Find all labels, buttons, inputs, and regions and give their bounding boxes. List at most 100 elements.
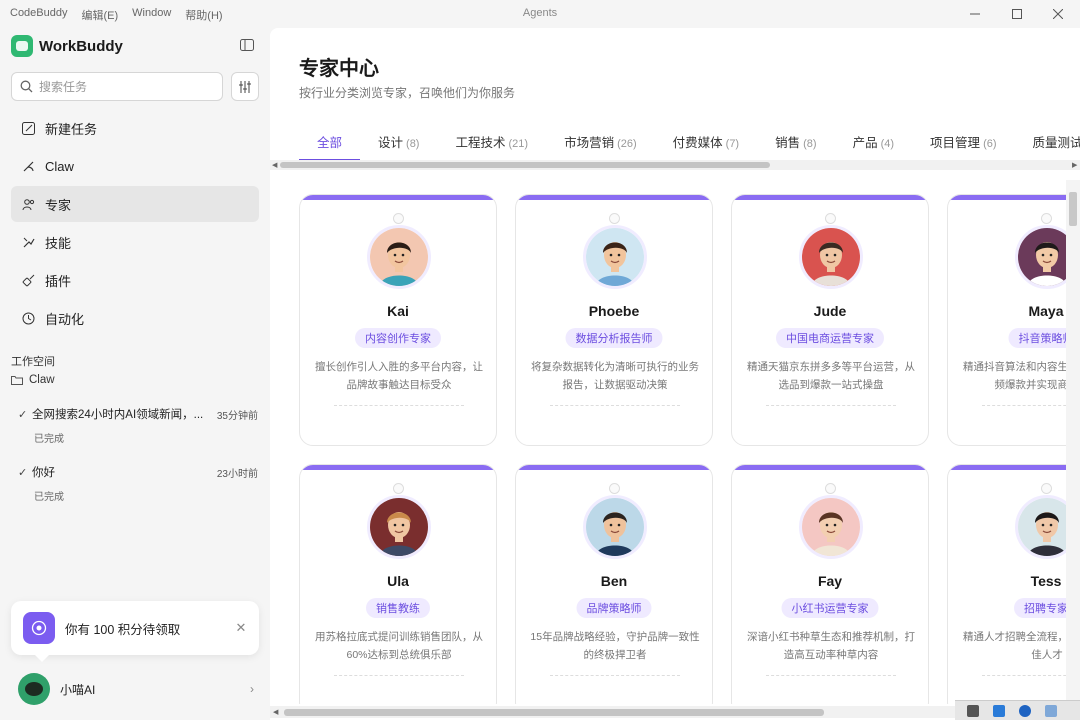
task-item[interactable]: ✓ 全网搜索24小时内AI领域新闻，... 35分钟前 已完成 — [18, 406, 258, 446]
tab-0[interactable]: 全部 — [299, 124, 361, 161]
expert-grid: Kai 内容创作专家 擅长创作引人入胜的多平台内容，让品牌故事触达目标受众 Phoeb… — [299, 194, 1069, 704]
tab-label: 付费媒体 — [672, 136, 723, 150]
tab-5[interactable]: 销售 (8) — [775, 124, 816, 161]
nav-item-new-task[interactable]: 新建任务 — [11, 110, 259, 146]
task-title: 全网搜索24小时内AI领域新闻，... — [32, 409, 204, 421]
user-profile[interactable]: 小喵AI › — [18, 673, 254, 705]
workspace-folder[interactable]: Claw — [11, 374, 55, 386]
expert-avatar — [367, 225, 431, 289]
scrollbar-thumb[interactable] — [280, 162, 770, 168]
menu-bar: CodeBuddy 编辑(E) Window 帮助(H) — [10, 7, 223, 23]
expert-role-badge: 中国电商运营专家 — [776, 328, 884, 348]
nav-item-plugins[interactable]: 插件 — [11, 262, 259, 298]
gift-icon — [23, 612, 55, 644]
search-input[interactable] — [39, 79, 209, 94]
tab-count: (26) — [617, 138, 637, 150]
menu-codebuddy[interactable]: CodeBuddy — [10, 7, 68, 23]
nav-item-claw[interactable]: Claw — [11, 148, 259, 184]
scroll-left-icon[interactable]: ◀ — [272, 161, 277, 169]
tab-3[interactable]: 市场营销 (26) — [564, 124, 637, 161]
skill-icon — [21, 235, 35, 249]
expert-card[interactable]: Tess 招聘专家精通人才招聘全流程，为企业找到最佳人才 — [947, 464, 1069, 704]
points-toast[interactable]: 你有 100 积分待领取 ✕ — [11, 601, 259, 662]
close-window-button[interactable] — [1047, 5, 1069, 23]
expert-card[interactable]: Ben 品牌策略师 15年品牌战略经验，守护品牌一致性的终极捍卫者 — [515, 464, 713, 704]
scroll-right-icon[interactable]: ▶ — [1072, 161, 1077, 169]
pin-icon — [1041, 483, 1052, 494]
divider — [982, 405, 1069, 406]
horizontal-scrollbar[interactable]: ◀ — [270, 706, 1070, 718]
toast-close-icon[interactable]: ✕ — [231, 620, 251, 636]
main-panel: 专家中心 按行业分类浏览专家，召唤他们为你服务 全部 设计 (8) 工程技术 (21) 市… — [270, 28, 1080, 720]
search-icon — [20, 80, 33, 93]
expert-description: 精通天猫京东拼多多等平台运营，从选品到爆款一站式操盘 — [747, 361, 915, 391]
tab-8[interactable]: 质量测试 — [1033, 124, 1080, 161]
pin-icon — [393, 213, 404, 224]
expert-description: 擅长创作引人入胜的多平台内容，让品牌故事触达目标受众 — [315, 361, 483, 391]
hp-icon[interactable] — [1019, 704, 1031, 717]
tab-2[interactable]: 工程技术 (21) — [455, 124, 528, 161]
filter-button[interactable] — [231, 72, 259, 101]
sidebar-nav: 新建任务 Claw 专家 技能 插件 自动化 — [11, 110, 259, 338]
minimize-button[interactable] — [964, 5, 986, 23]
search-box[interactable] — [11, 72, 223, 101]
system-taskbar — [955, 700, 1080, 720]
expert-description: 深谙小红书种草生态和推荐机制，打造高互动率种草内容 — [747, 631, 915, 661]
edit-icon — [21, 121, 35, 135]
expert-description: 精通抖音算法和内容生态，助力短视频爆款并实现商业变现 — [963, 361, 1069, 391]
task-status: 已完成 — [34, 434, 64, 445]
divider — [766, 405, 896, 406]
card-accent-bar — [732, 195, 928, 200]
scroll-left-icon[interactable]: ◀ — [273, 708, 278, 716]
task-time: 35分钟前 — [216, 410, 258, 422]
expert-avatar — [799, 495, 863, 559]
sidebar-toggle-button[interactable] — [240, 38, 256, 52]
menu-edit[interactable]: 编辑(E) — [82, 7, 119, 23]
menu-help[interactable]: 帮助(H) — [185, 7, 222, 23]
tab-6[interactable]: 产品 (4) — [853, 124, 894, 161]
divider — [334, 405, 464, 406]
app-icon[interactable] — [1045, 704, 1057, 717]
tab-1[interactable]: 设计 (8) — [378, 124, 419, 161]
vertical-scrollbar[interactable] — [1066, 180, 1080, 710]
expert-card[interactable]: Fay 小红书运营专家 深谙小红书种草生态和推荐机制，打造高互动率种草内容 — [731, 464, 929, 704]
task-time: 23小时前 — [216, 468, 258, 480]
app-icon[interactable] — [993, 704, 1005, 717]
app-icon[interactable] — [967, 704, 979, 717]
expert-card[interactable]: Kai 内容创作专家 擅长创作引人入胜的多平台内容，让品牌故事触达目标受众 — [299, 194, 497, 446]
card-accent-bar — [300, 195, 496, 200]
expert-name: Maya — [1028, 303, 1064, 319]
expert-card[interactable]: Jude 中国电商运营专家 精通天猫京东拼多多等平台运营，从选品到爆款一站式操盘 — [731, 194, 929, 446]
nav-item-experts[interactable]: 专家 — [11, 186, 259, 222]
task-item[interactable]: ✓ 你好 23小时前 已完成 — [18, 464, 258, 504]
pin-icon — [1041, 213, 1052, 224]
pin-icon — [393, 483, 404, 494]
brand-name: WorkBuddy — [39, 37, 123, 55]
user-name: 小喵AI — [60, 682, 96, 697]
expert-name: Phoebe — [588, 303, 640, 319]
menu-window[interactable]: Window — [132, 7, 171, 23]
expert-card[interactable]: Phoebe 数据分析报告师 将复杂数据转化为清晰可执行的业务报告，让数据驱动决策 — [515, 194, 713, 446]
workspace-folder-label: Claw — [29, 374, 55, 386]
expert-role-badge: 小红书运营专家 — [781, 598, 879, 618]
sidebar-toggle-icon — [240, 39, 254, 51]
scrollbar-thumb[interactable] — [284, 709, 824, 716]
tab-4[interactable]: 付费媒体 (7) — [673, 124, 739, 161]
card-accent-bar — [516, 465, 712, 470]
card-accent-bar — [948, 195, 1069, 200]
expert-card[interactable]: Maya 抖音策略师精通抖音算法和内容生态，助力短视频爆款并实现商业变现 — [947, 194, 1069, 446]
expert-name: Ben — [600, 573, 628, 589]
expert-name: Ula — [387, 573, 409, 589]
nav-label: 自动化 — [45, 311, 85, 327]
nav-item-skills[interactable]: 技能 — [11, 224, 259, 260]
avatar — [18, 673, 50, 705]
nav-item-automation[interactable]: 自动化 — [11, 300, 259, 336]
pin-icon — [609, 213, 620, 224]
page-title: 专家中心 — [299, 58, 379, 80]
card-accent-bar — [300, 465, 496, 470]
maximize-button[interactable] — [1006, 5, 1028, 23]
expert-card[interactable]: Ula 销售教练 用苏格拉底式提问训练销售团队，从60%达标到总统俱乐部 — [299, 464, 497, 704]
tabs-scrollbar[interactable]: ◀ ▶ — [270, 160, 1080, 170]
tab-7[interactable]: 项目管理 (6) — [930, 124, 996, 161]
scrollbar-thumb[interactable] — [1069, 192, 1077, 226]
